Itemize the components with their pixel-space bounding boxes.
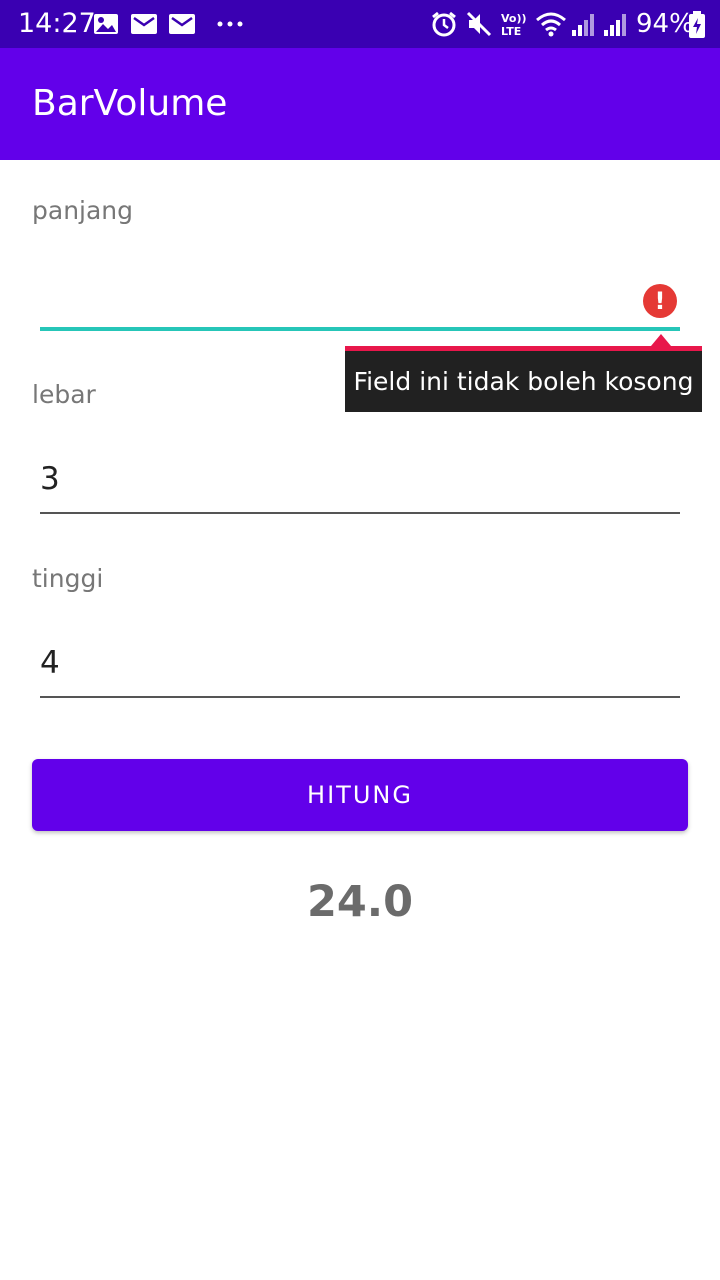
hitung-button[interactable]: HITUNG	[32, 759, 688, 831]
result-text: 24.0	[306, 877, 414, 927]
error-tooltip-bar	[345, 346, 702, 351]
signal-icon	[572, 14, 594, 36]
tinggi-label: tinggi	[32, 564, 104, 593]
panjang-input[interactable]	[40, 260, 680, 330]
svg-text:LTE: LTE	[501, 25, 521, 38]
more-icon	[217, 21, 243, 27]
battery-percent: 94%	[636, 9, 694, 39]
wifi-icon	[536, 12, 566, 37]
mute-icon	[466, 11, 492, 37]
signal-icon	[604, 14, 626, 36]
tinggi-input[interactable]	[40, 628, 680, 698]
error-tooltip: Field ini tidak boleh kosong	[345, 334, 702, 412]
lebar-label: lebar	[32, 380, 96, 409]
status-bar: 14:27 Vo)) LTE 94%	[0, 0, 720, 48]
error-icon[interactable]: !	[643, 284, 677, 318]
tinggi-underline	[40, 696, 680, 698]
panjang-label: panjang	[32, 196, 134, 225]
error-message: Field ini tidak boleh kosong	[353, 367, 694, 396]
volte-icon: Vo)) LTE	[501, 12, 526, 38]
panjang-field[interactable]	[40, 260, 680, 331]
alarm-icon	[432, 11, 456, 37]
image-icon	[94, 14, 118, 34]
app-title: BarVolume	[32, 83, 228, 124]
mail-icon	[169, 14, 195, 34]
lebar-underline	[40, 512, 680, 514]
tinggi-field[interactable]	[40, 628, 680, 698]
app-bar: BarVolume	[0, 48, 720, 160]
status-time: 14:27	[18, 8, 96, 39]
error-tooltip-arrow	[651, 334, 671, 346]
lebar-input[interactable]	[40, 444, 680, 514]
battery-charging-icon	[689, 11, 705, 38]
svg-text:Vo)): Vo))	[501, 12, 526, 25]
lebar-field[interactable]	[40, 444, 680, 514]
panjang-underline	[40, 327, 680, 331]
mail-icon	[131, 14, 157, 34]
